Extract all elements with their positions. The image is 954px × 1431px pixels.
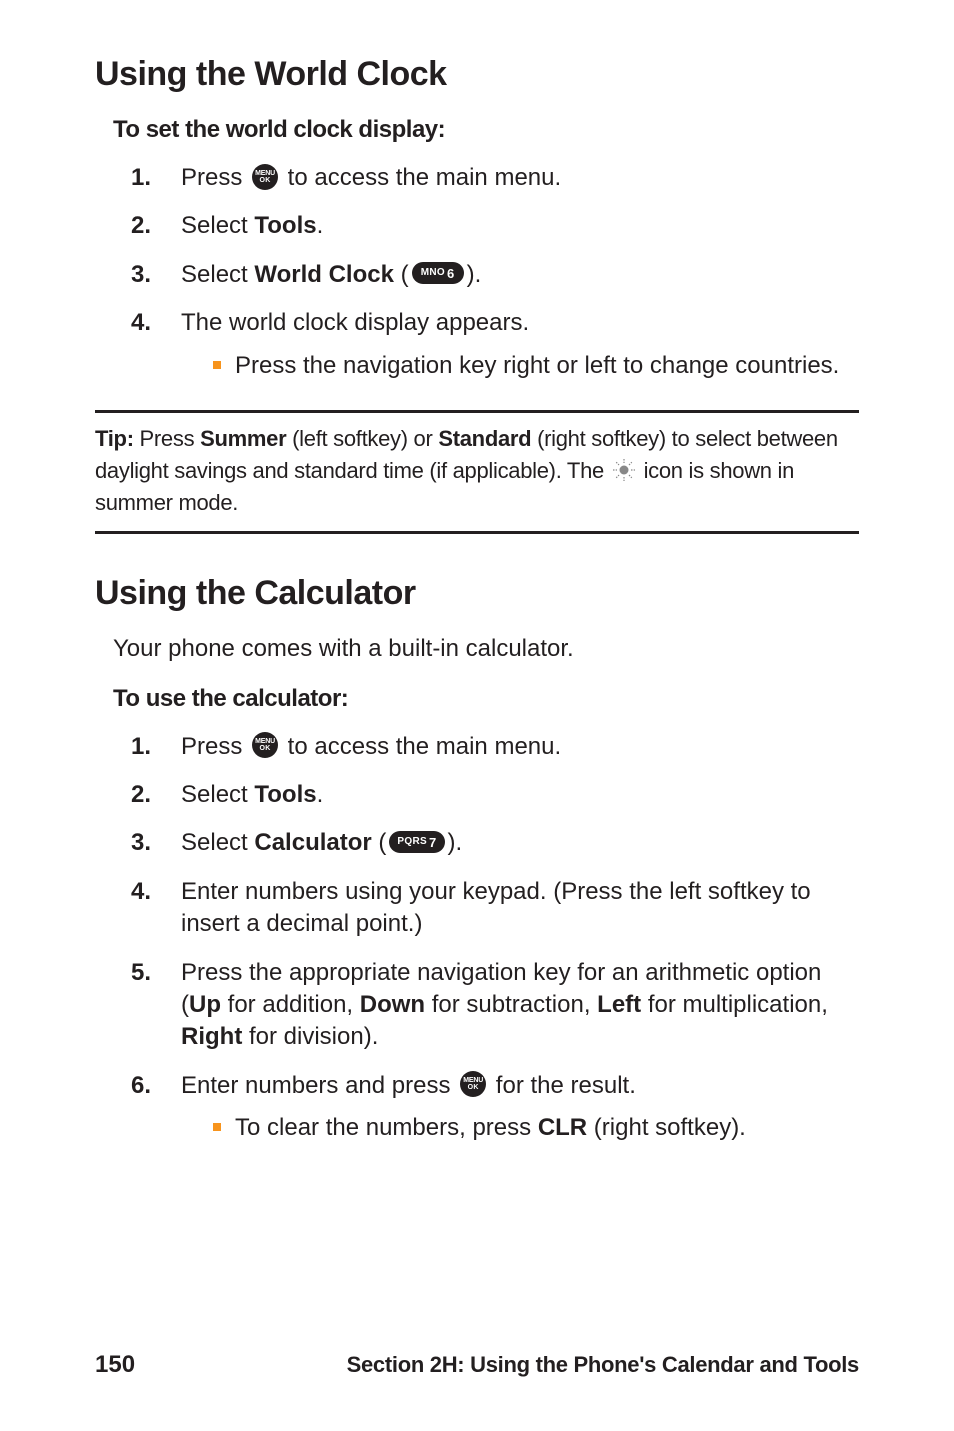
step-text: for subtraction, — [425, 991, 597, 1018]
step-text: for addition, — [221, 991, 360, 1018]
step-text: ( — [394, 261, 409, 288]
step-bold: World Clock — [254, 261, 394, 288]
step-text: ). — [467, 261, 482, 288]
subhead-calculator: To use the calculator: — [113, 685, 859, 713]
sub-bullet: To clear the numbers, press CLR (right s… — [211, 1112, 859, 1144]
bullet-text: (right softkey). — [587, 1114, 746, 1141]
step-text: Enter numbers and press — [181, 1072, 457, 1099]
sub-bullet: Press the navigation key right or left t… — [211, 350, 859, 382]
step-4: Enter numbers using your keypad. (Press … — [131, 876, 859, 941]
step-bold: Up — [189, 991, 221, 1018]
step-text: Enter numbers using your keypad. (Press … — [181, 878, 811, 937]
steps-calculator: Press MENUOK to access the main menu. Se… — [131, 731, 859, 1145]
page-number: 150 — [95, 1351, 135, 1379]
step-5: Press the appropriate navigation key for… — [131, 957, 859, 1054]
intro-calculator: Your phone comes with a built-in calcula… — [113, 635, 859, 663]
step-text: for multiplication, — [641, 991, 828, 1018]
bullet-text: To clear the numbers, press — [235, 1114, 538, 1141]
step-1: Press MENUOK to access the main menu. — [131, 162, 859, 194]
step-2: Select Tools. — [131, 779, 859, 811]
step-text: . — [317, 212, 324, 239]
step-2: Select Tools. — [131, 210, 859, 242]
bullet-bold: CLR — [538, 1114, 587, 1141]
step-text: Press — [181, 164, 249, 191]
step-bold: Left — [597, 991, 641, 1018]
section-label: Section 2H: Using the Phone's Calendar a… — [347, 1352, 859, 1378]
sun-icon — [612, 458, 636, 482]
step-text: Select — [181, 829, 254, 856]
tip-text: Press — [140, 426, 201, 451]
step-text: . — [317, 781, 324, 808]
step-bold: Calculator — [254, 829, 371, 856]
sub-bullets: Press the navigation key right or left t… — [211, 350, 859, 382]
menu-ok-key-icon: MENUOK — [252, 164, 278, 190]
mno-6-key-icon: MNO6 — [412, 262, 464, 284]
step-text: to access the main menu. — [281, 733, 561, 760]
step-bold: Right — [181, 1023, 242, 1050]
menu-ok-key-icon: MENUOK — [252, 732, 278, 758]
step-text: for the result. — [489, 1072, 636, 1099]
step-text: to access the main menu. — [281, 164, 561, 191]
step-4: The world clock display appears. Press t… — [131, 307, 859, 382]
step-text: for division). — [242, 1023, 378, 1050]
tip-box: Tip: Press Summer (left softkey) or Stan… — [95, 410, 859, 534]
step-3: Select Calculator (PQRS7). — [131, 827, 859, 859]
step-text: Select — [181, 261, 254, 288]
page-footer: 150 Section 2H: Using the Phone's Calend… — [95, 1351, 859, 1379]
pqrs-7-key-icon: PQRS7 — [389, 831, 444, 853]
step-bold: Tools — [254, 212, 316, 239]
subhead-world-clock: To set the world clock display: — [113, 116, 859, 144]
step-3: Select World Clock (MNO6). — [131, 259, 859, 291]
step-text: Press — [181, 733, 249, 760]
step-text: The world clock display appears. — [181, 309, 529, 336]
step-text: ( — [372, 829, 387, 856]
steps-world-clock: Press MENUOK to access the main menu. Se… — [131, 162, 859, 382]
step-bold: Down — [360, 991, 425, 1018]
step-text: ). — [448, 829, 463, 856]
tip-label: Tip: — [95, 426, 140, 451]
heading-calculator: Using the Calculator — [95, 574, 859, 613]
step-6: Enter numbers and press MENUOK for the r… — [131, 1070, 859, 1145]
step-1: Press MENUOK to access the main menu. — [131, 731, 859, 763]
heading-world-clock: Using the World Clock — [95, 55, 859, 94]
menu-ok-key-icon: MENUOK — [460, 1071, 486, 1097]
tip-bold: Standard — [438, 426, 531, 451]
step-bold: Tools — [254, 781, 316, 808]
tip-text: (left softkey) or — [286, 426, 438, 451]
tip-bold: Summer — [200, 426, 286, 451]
step-text: Select — [181, 212, 254, 239]
sub-bullets: To clear the numbers, press CLR (right s… — [211, 1112, 859, 1144]
step-text: Select — [181, 781, 254, 808]
